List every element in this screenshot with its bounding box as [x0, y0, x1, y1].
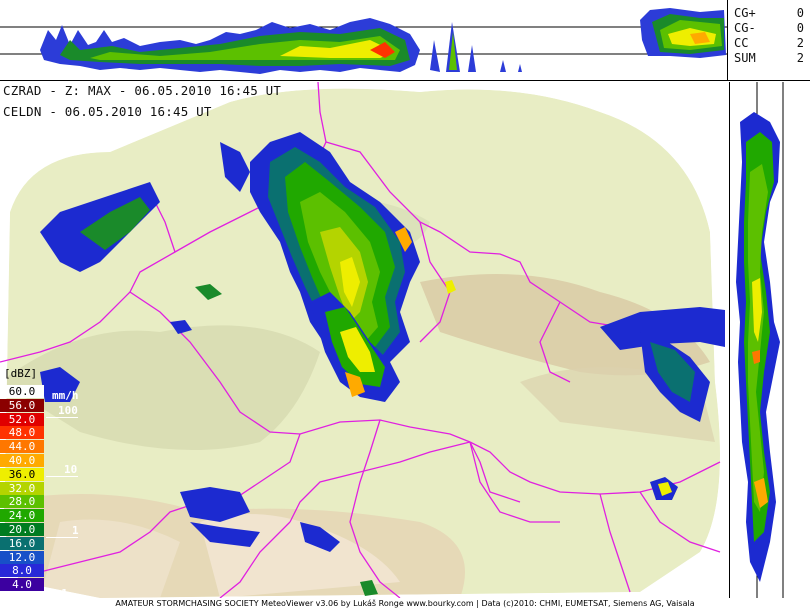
rain-mark-10: 10 [64, 463, 78, 476]
legend-level: 24.0 [0, 509, 44, 523]
radar-product-title: CZRAD - Z: MAX - 06.05.2010 16:45 UT [3, 83, 282, 98]
legend-level: 28.0 [0, 495, 44, 509]
lightning-label: CG+ [734, 6, 756, 20]
lightning-label: SUM [734, 51, 756, 65]
lightning-value: 0 [796, 21, 804, 35]
top-profile-graph [0, 8, 727, 74]
lightning-cg-minus: CG- 0 [734, 21, 810, 36]
top-radar-profile [0, 0, 727, 81]
lightning-cc: CC 2 [734, 36, 810, 51]
lightning-product-title: CELDN - 06.05.2010 16:45 UT [3, 104, 212, 119]
legend-level: 44.0 [0, 440, 44, 454]
legend-level: 48.0 [0, 426, 44, 440]
legend-level: 56.0 [0, 398, 44, 412]
right-profile-echoes [736, 112, 780, 582]
lightning-label: CC [734, 36, 749, 50]
rain-mark-line [46, 417, 78, 418]
right-profile-graph [736, 82, 784, 598]
lightning-sum: SUM 2 [734, 51, 810, 66]
legend-level: 12.0 [0, 550, 44, 564]
rain-mark-1: 1 [72, 524, 79, 537]
legend-level: 16.0 [0, 536, 44, 550]
right-radar-profile [729, 82, 810, 598]
legend-level: 4.0 [0, 578, 44, 592]
meteoviewer-window: CG+ 0 CG- 0 CC 2 SUM 2 CZRAD - Z: MAX - … [0, 0, 810, 610]
rain-mark-line [46, 476, 78, 477]
lightning-cg-plus: CG+ 0 [734, 6, 810, 21]
legend-level: 52.0 [0, 412, 44, 426]
legend-level: 32.0 [0, 481, 44, 495]
radar-map[interactable] [0, 82, 728, 598]
rain-mark-line [46, 537, 78, 538]
dbz-legend: [dBZ] 60.0 56.0 52.0 48.0 44.0 40.0 36.0 32.0 28… [0, 366, 79, 608]
rain-mark-100: 100 [58, 404, 78, 417]
legend-level: 8.0 [0, 564, 44, 578]
lightning-value: 0 [796, 6, 804, 20]
legend-level: 60.0 [0, 385, 44, 398]
legend-unit: [dBZ] [4, 367, 38, 380]
rain-unit-label: mm/h [52, 389, 79, 402]
credits-footer: AMATEUR STORMCHASING SOCIETY MeteoViewer… [0, 598, 810, 610]
lightning-counts-panel: CG+ 0 CG- 0 CC 2 SUM 2 [727, 0, 810, 81]
radar-map-canvas[interactable] [0, 82, 728, 598]
legend-level: 20.0 [0, 523, 44, 536]
lightning-label: CG- [734, 21, 756, 35]
lightning-value: 2 [796, 51, 804, 65]
lightning-value: 2 [796, 36, 804, 50]
legend-level: 40.0 [0, 454, 44, 467]
legend-level: 36.0 [0, 467, 44, 481]
top-profile-echoes [40, 8, 726, 74]
